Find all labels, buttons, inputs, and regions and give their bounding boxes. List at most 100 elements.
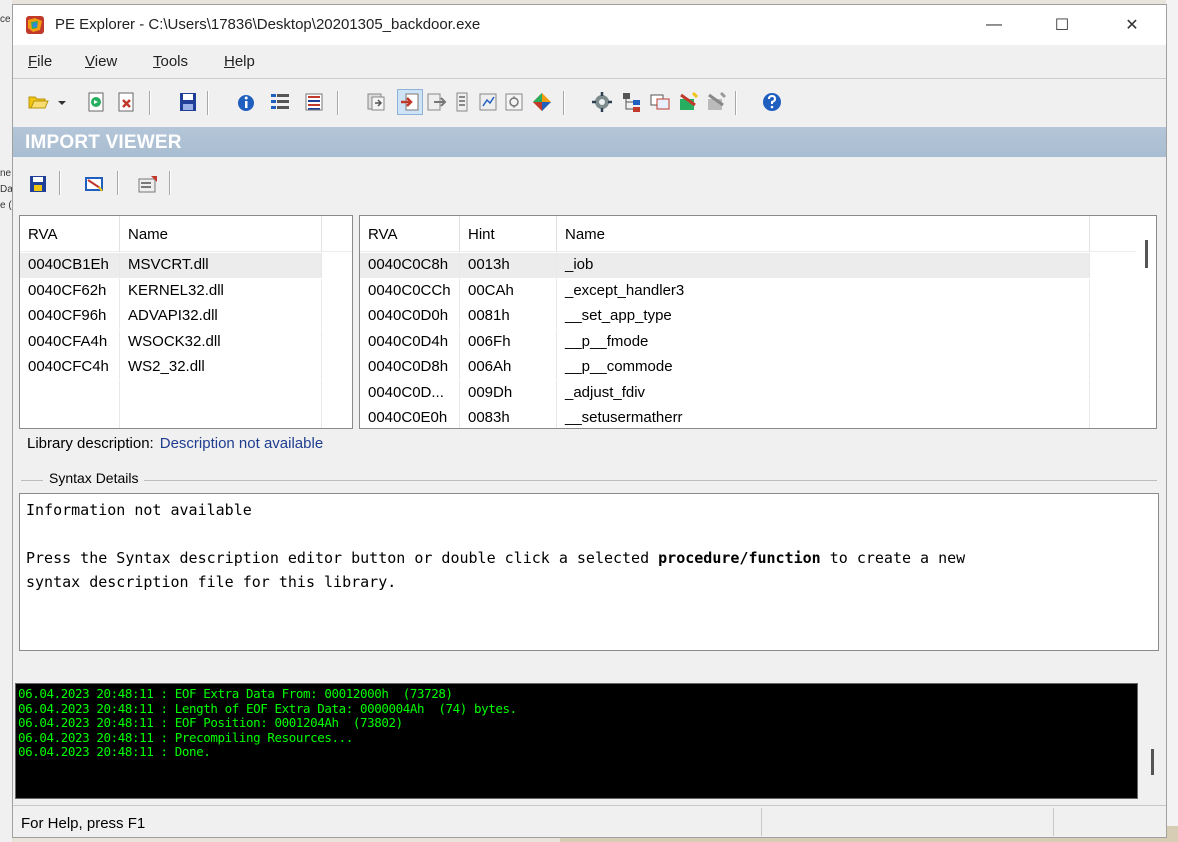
table-row[interactable]: 0040C0D... 009Dh _adjust_fdiv (360, 380, 1090, 406)
tools-button[interactable] (675, 89, 701, 115)
menu-help-label: elp (234, 53, 255, 70)
table-row[interactable]: 0040CF96h ADVAPI32.dll (20, 304, 322, 329)
functions-list-scrollbar[interactable] (1136, 216, 1156, 428)
toolbar-separator (59, 171, 61, 195)
table-cell: 0040CFC4h (20, 355, 120, 380)
table-cell: 0040C0D8h (360, 355, 460, 380)
empty-cell (120, 380, 322, 406)
library-description-value: Description not available (159, 435, 324, 452)
title-bar[interactable]: PE Explorer - C:\Users\17836\Desktop\202… (13, 5, 1166, 45)
empty-cell (20, 406, 120, 428)
table-row[interactable]: 0040C0D8h 006Ah __p__commode (360, 355, 1090, 380)
dependency-icon (505, 93, 523, 111)
toolbar-separator (337, 91, 339, 115)
syntax-editor-button[interactable] (81, 171, 107, 197)
reload-icon (88, 92, 104, 112)
table-cell: __setusermatherr (557, 406, 1090, 428)
table-row[interactable]: 0040CFA4h WSOCK32.dll (20, 329, 322, 355)
windows-icon (650, 94, 670, 110)
desktop-background-left: ce ne Da e ( (0, 0, 13, 842)
open-folder-icon (28, 96, 49, 109)
column-header-hint[interactable]: Hint (460, 216, 557, 252)
exports-button[interactable] (423, 89, 449, 115)
table-cell: 0040CFA4h (20, 329, 120, 355)
table-row[interactable]: 0040C0CCh 00CAh _except_handler3 (360, 278, 1090, 304)
table-row[interactable]: 0040CB1Eh MSVCRT.dll (20, 253, 322, 278)
open-file-button[interactable] (25, 89, 51, 115)
table-row[interactable]: 0040CF62h KERNEL32.dll (20, 278, 322, 304)
menu-file-mnemonic: F (28, 53, 38, 70)
wizard-icon (680, 91, 699, 110)
diamond-button[interactable] (529, 89, 555, 115)
column-header-rva[interactable]: RVA (360, 216, 460, 252)
close-button[interactable]: ✕ (1098, 5, 1166, 45)
data-directories-button[interactable] (301, 89, 327, 115)
disassembler-button[interactable] (589, 89, 615, 115)
table-cell: WSOCK32.dll (120, 329, 322, 355)
maximize-button[interactable]: ☐ (1028, 5, 1096, 45)
save-button[interactable] (175, 89, 201, 115)
column-header-rva[interactable]: RVA (20, 216, 120, 252)
log-line: 06.04.2023 20:48:11 : Done. (18, 744, 211, 759)
functions-list-header: RVA Hint Name (360, 216, 1138, 252)
syntax-details-label: Syntax Details (43, 470, 145, 486)
resources-button[interactable] (449, 89, 475, 115)
log-line: 06.04.2023 20:48:11 : EOF Position: 0001… (18, 715, 403, 730)
debug-button[interactable] (475, 89, 501, 115)
compass-diamond-icon (533, 93, 551, 111)
menu-file[interactable]: File (28, 53, 52, 70)
resource-tree-button[interactable] (619, 89, 645, 115)
dependency-button[interactable] (501, 89, 527, 115)
floppy-disk-icon (180, 93, 196, 111)
log-scrollbar[interactable] (1139, 683, 1165, 799)
main-toolbar (13, 81, 1166, 125)
table-cell: _iob (557, 253, 1090, 278)
empty-row (20, 380, 322, 406)
table-row[interactable]: 0040C0E0h 0083h __setusermatherr (360, 406, 1090, 428)
menu-tools-label: ools (160, 53, 189, 70)
column-header-name[interactable]: Name (120, 216, 322, 252)
save-imports-button[interactable] (25, 171, 51, 197)
headers-info-button[interactable] (267, 89, 293, 115)
syntax-hint-part: Press the Syntax description editor butt… (26, 549, 659, 567)
table-cell: 0040CF96h (20, 304, 120, 329)
table-cell: 006Fh (460, 329, 557, 355)
table-row[interactable]: 0040C0C8h 0013h _iob (360, 253, 1090, 278)
syntax-details-text[interactable]: Information not available Press the Synt… (19, 493, 1159, 651)
imported-functions-list[interactable]: RVA Hint Name 0040C0C8h 0013h _iob 0040C0CC… (359, 215, 1157, 429)
scrollbar-thumb[interactable] (1145, 240, 1148, 268)
table-cell: 006Ah (460, 355, 557, 380)
data-directories-icon (305, 93, 323, 111)
scrollbar-thumb[interactable] (1151, 749, 1154, 775)
section-headers-button[interactable] (363, 89, 389, 115)
column-header-name[interactable]: Name (557, 216, 1090, 252)
menu-tools[interactable]: Tools (153, 53, 188, 70)
menu-help[interactable]: Help (224, 53, 255, 70)
table-row[interactable]: 0040C0D4h 006Fh __p__fmode (360, 329, 1090, 355)
menu-view[interactable]: View (85, 53, 117, 70)
imports-button[interactable] (397, 89, 423, 115)
table-row[interactable]: 0040CFC4h WS2_32.dll (20, 355, 322, 380)
background-fragment: ce (0, 14, 11, 25)
debug-icon (479, 93, 497, 111)
open-dropdown-button[interactable] (55, 89, 69, 115)
table-cell: 0040C0D... (360, 380, 460, 406)
options-button[interactable] (703, 89, 729, 115)
close-file-button[interactable] (113, 89, 139, 115)
log-console[interactable]: 06.04.2023 20:48:11 : EOF Extra Data Fro… (15, 683, 1138, 799)
reload-button[interactable] (83, 89, 109, 115)
pe-explorer-app-icon (26, 16, 44, 34)
windows-button[interactable] (647, 89, 673, 115)
syntax-hint-text: Press the Syntax description editor butt… (26, 549, 965, 591)
menu-tools-mnemonic: T (153, 53, 161, 70)
maximize-icon: ☐ (1054, 17, 1070, 34)
dll-list[interactable]: RVA Name 0040CB1Eh MSVCRT.dll 0040CF62h KER… (19, 215, 353, 429)
table-cell: 0040C0E0h (360, 406, 460, 428)
file-info-button[interactable] (233, 89, 259, 115)
minimize-button[interactable]: — (960, 5, 1028, 45)
desktop-background-right (1166, 0, 1178, 842)
properties-button[interactable] (135, 171, 161, 197)
table-row[interactable]: 0040C0D0h 0081h __set_app_type (360, 304, 1090, 329)
help-button[interactable] (759, 89, 785, 115)
table-cell: 0040C0D0h (360, 304, 460, 329)
